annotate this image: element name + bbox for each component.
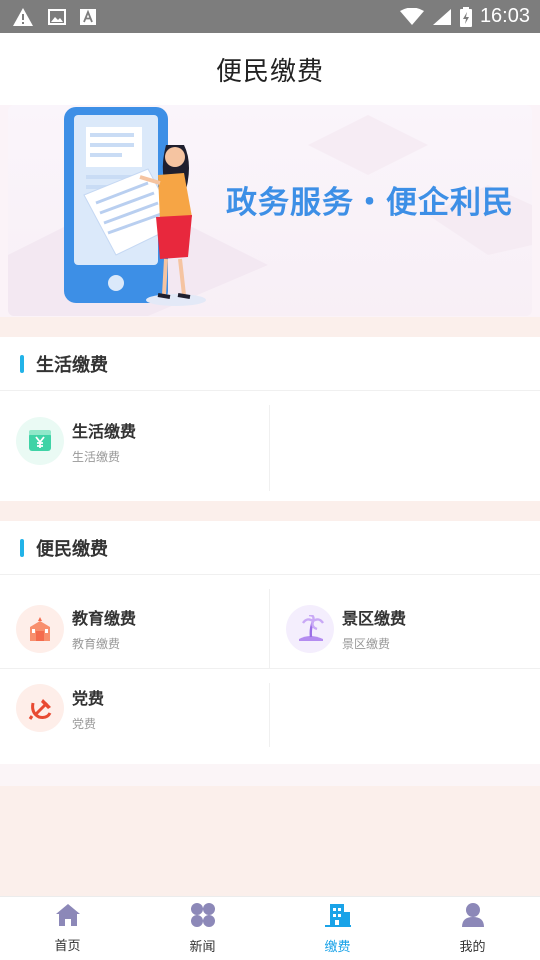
status-time: 16:03 bbox=[479, 5, 530, 27]
bottom-nav: 首页 新闻 缴费 我的 bbox=[0, 896, 540, 960]
nav-label: 新闻 bbox=[189, 940, 216, 955]
service-title: 生活缴费 bbox=[72, 421, 137, 441]
section-title: 便民缴费 bbox=[36, 538, 108, 560]
clover-icon bbox=[190, 902, 216, 932]
service-subtitle: 景区缴费 bbox=[342, 637, 391, 651]
font-a-icon bbox=[80, 8, 96, 25]
building-icon bbox=[324, 902, 352, 932]
service-grid: 教育缴费 教育缴费 景区缴费 景区缴费 党费 党费 bbox=[0, 575, 540, 747]
section-spacer bbox=[0, 764, 540, 786]
service-subtitle: 党费 bbox=[72, 716, 97, 731]
section-title: 生活缴费 bbox=[36, 354, 108, 376]
section-header: 便民缴费 bbox=[0, 521, 540, 575]
hammer-sickle-icon bbox=[16, 684, 64, 732]
page-title: 便民缴费 bbox=[215, 56, 324, 87]
nav-label: 我的 bbox=[459, 940, 486, 955]
user-icon bbox=[461, 902, 485, 932]
banner-slogan: 政务服务・便企利民 bbox=[226, 185, 514, 221]
signal-icon bbox=[432, 8, 452, 26]
service-item-education[interactable]: 教育缴费 教育缴费 bbox=[0, 575, 270, 669]
image-icon bbox=[48, 8, 66, 25]
service-title: 景区缴费 bbox=[342, 609, 407, 628]
nav-item-home[interactable]: 首页 bbox=[0, 897, 135, 960]
warning-icon bbox=[12, 7, 34, 27]
service-item-party-fee[interactable]: 党费 党费 bbox=[0, 669, 270, 747]
status-bar: 16:03 bbox=[0, 0, 540, 33]
service-title: 党费 bbox=[72, 688, 105, 708]
section-accent-bar bbox=[20, 354, 24, 373]
nav-item-news[interactable]: 新闻 bbox=[135, 897, 270, 960]
service-item-scenic[interactable]: 景区缴费 景区缴费 bbox=[270, 575, 540, 669]
nav-item-profile[interactable]: 我的 bbox=[405, 897, 540, 960]
service-subtitle: 生活缴费 bbox=[72, 449, 121, 464]
app-header: 便民缴费 bbox=[0, 33, 540, 105]
nav-label: 首页 bbox=[54, 939, 81, 954]
home-icon bbox=[55, 903, 81, 931]
service-item-empty bbox=[270, 391, 540, 491]
service-item-life-payment[interactable]: 生活缴费 生活缴费 bbox=[0, 391, 270, 491]
service-grid: 生活缴费 生活缴费 bbox=[0, 391, 540, 491]
wifi-icon bbox=[399, 7, 424, 26]
banner-area: 政务服务・便企利民 bbox=[0, 105, 540, 317]
section-life-payment: 生活缴费 生活缴费 生活缴费 bbox=[0, 337, 540, 501]
banner[interactable]: 政务服务・便企利民 bbox=[8, 105, 532, 316]
service-item-empty bbox=[270, 669, 540, 747]
service-title: 教育缴费 bbox=[72, 609, 137, 628]
nav-item-payment[interactable]: 缴费 bbox=[270, 897, 405, 960]
nav-label: 缴费 bbox=[324, 940, 351, 955]
service-subtitle: 教育缴费 bbox=[72, 637, 121, 651]
battery-icon bbox=[459, 6, 472, 27]
school-icon bbox=[16, 604, 64, 653]
section-accent-bar bbox=[20, 538, 24, 557]
palm-tree-icon bbox=[286, 604, 334, 653]
section-header: 生活缴费 bbox=[0, 337, 540, 391]
yen-icon bbox=[16, 417, 64, 465]
section-convenience-payment: 便民缴费 教育缴费 教育缴费 景区缴费 景区缴费 党费 党费 bbox=[0, 521, 540, 764]
